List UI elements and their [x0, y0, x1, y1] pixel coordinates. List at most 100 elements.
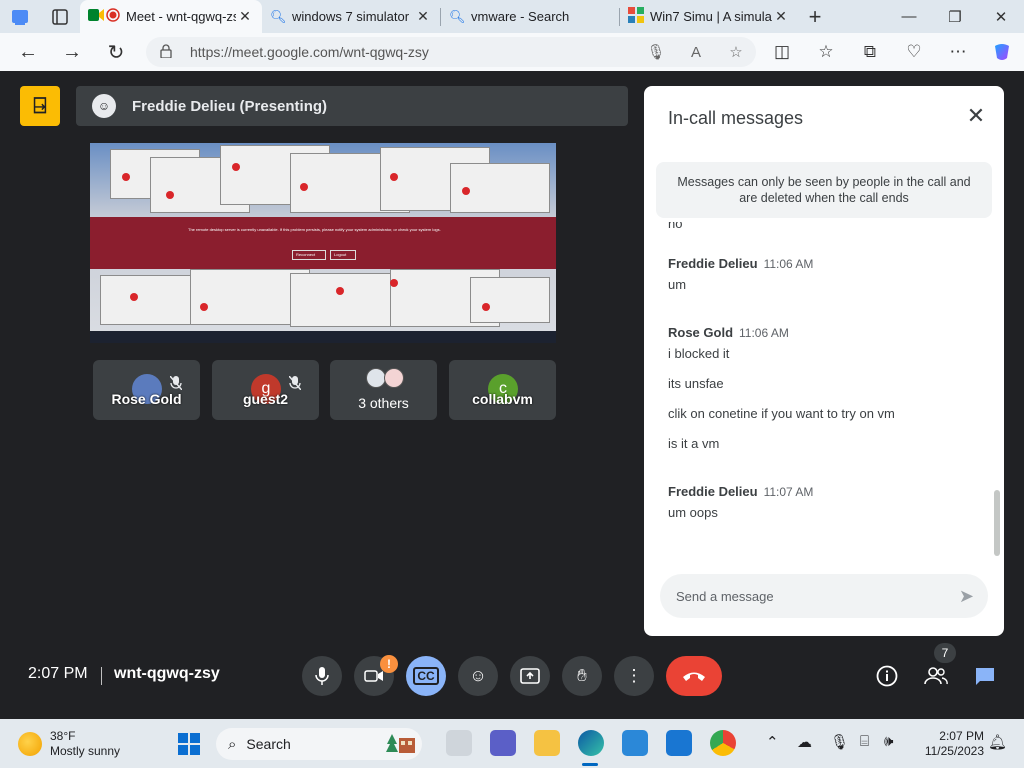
- presenter-bar: ☺ Freddie Delieu (Presenting): [76, 86, 628, 126]
- in-call-messages-panel: In-call messages ✕ Messages can only be …: [644, 86, 1004, 636]
- browser-tab-bar: Meet - wnt-qgwq-zsy ✕ 🔍︎ windows 7 simul…: [0, 0, 1024, 33]
- message-header: Freddie Delieu 11:06 AM: [668, 256, 813, 271]
- remote-taskbar: [90, 331, 556, 343]
- address-bar[interactable]: https://meet.google.com/wnt-qgwq-zsy 🎙︎ …: [146, 37, 756, 67]
- raise-hand-button[interactable]: ✋︎: [562, 656, 602, 696]
- clock-time: 2:07 PM: [939, 729, 984, 743]
- volume-icon[interactable]: 🕪︎: [884, 733, 893, 750]
- sunny-icon: [18, 732, 42, 756]
- participant-tile-rose-gold[interactable]: Rose Gold: [93, 360, 200, 420]
- shared-screen: The remote desktop server is currently u…: [90, 143, 556, 343]
- leave-call-button[interactable]: [666, 656, 722, 696]
- weather-widget[interactable]: 38°F Mostly sunny: [18, 729, 120, 759]
- close-tab-icon[interactable]: ✕: [772, 8, 790, 25]
- restore-icon[interactable]: ❐: [932, 0, 978, 33]
- weather-condition: Mostly sunny: [50, 744, 121, 758]
- temperature: 38°F: [50, 729, 76, 743]
- avatar: [366, 368, 386, 388]
- send-icon[interactable]: ➤: [959, 586, 974, 607]
- close-tab-icon[interactable]: ✕: [414, 8, 432, 25]
- bing-search-icon: 🔍︎: [270, 8, 287, 24]
- back-icon[interactable]: ←: [6, 33, 50, 71]
- edge-icon[interactable]: [578, 730, 604, 756]
- favorite-star-icon[interactable]: ☆: [716, 43, 756, 61]
- performance-icon[interactable]: ♡: [892, 33, 936, 71]
- tab-actions-icon[interactable]: [40, 0, 80, 33]
- window-icon[interactable]: [0, 0, 40, 33]
- message-list[interactable]: no Freddie Delieu 11:06 AM um Rose Gold 11…: [668, 222, 988, 562]
- split-screen-icon[interactable]: ◫: [760, 33, 804, 71]
- remote-desktop-error-banner: The remote desktop server is currently u…: [90, 217, 556, 269]
- message-text: um: [668, 277, 687, 292]
- tab-title: Win7 Simu | A simulator: [650, 9, 772, 24]
- participant-name: guest2: [242, 391, 289, 407]
- browser-toolbar: ◫ ☆ ⧉ ♡ ⋯: [760, 33, 1024, 71]
- message-time: 11:06 AM: [763, 257, 814, 271]
- meeting-details-icon[interactable]: [872, 661, 902, 691]
- more-options-button[interactable]: ⋮: [614, 656, 654, 696]
- microphone-icon[interactable]: 🎙︎: [830, 733, 849, 751]
- microphone-button[interactable]: [302, 656, 342, 696]
- message-text: its unsfae: [668, 376, 724, 391]
- tab-win7-simu[interactable]: Win7 Simu | A simulator ✕: [620, 0, 798, 33]
- more-icon[interactable]: ⋯: [936, 33, 980, 71]
- chat-scrollbar[interactable]: [994, 490, 1000, 556]
- copilot-icon[interactable]: [980, 33, 1024, 71]
- message-header: Rose Gold 11:06 AM: [668, 325, 789, 340]
- teams-icon[interactable]: [490, 730, 516, 756]
- read-aloud-icon[interactable]: A: [676, 44, 716, 61]
- message-time: 11:07 AM: [763, 485, 814, 499]
- taskbar-clock[interactable]: 2:07 PM 11/25/2023: [904, 729, 984, 759]
- recording-icon: [106, 8, 126, 25]
- onedrive-icon[interactable]: ☁︎: [797, 733, 812, 751]
- close-icon[interactable]: ✕: [964, 104, 988, 128]
- microphone-icon[interactable]: 🎙︎: [636, 43, 676, 61]
- chat-icon[interactable]: [970, 661, 1000, 691]
- network-icon[interactable]: ⌸: [860, 733, 869, 750]
- refresh-icon[interactable]: ↻: [94, 33, 138, 71]
- present-button[interactable]: [510, 656, 550, 696]
- url-text[interactable]: https://meet.google.com/wnt-qgwq-zsy: [190, 44, 636, 60]
- minimize-icon[interactable]: —: [886, 0, 932, 33]
- forward-icon[interactable]: →: [50, 33, 94, 71]
- tab-windows7-simulator[interactable]: 🔍︎ windows 7 simulator ✕: [262, 0, 440, 33]
- warning-icon: !: [380, 655, 398, 673]
- store-icon[interactable]: [622, 730, 648, 756]
- favorites-icon[interactable]: ☆: [804, 33, 848, 71]
- collections-icon[interactable]: ⧉: [848, 33, 892, 71]
- message-input[interactable]: Send a message ➤: [660, 574, 988, 618]
- close-tab-icon[interactable]: ✕: [236, 8, 254, 25]
- chrome-icon[interactable]: [710, 730, 736, 756]
- sender-name: Freddie Delieu: [668, 484, 758, 499]
- meeting-time: 2:07 PM: [28, 665, 88, 682]
- participant-tile-others[interactable]: 3 others: [330, 360, 437, 420]
- tab-vmware-search[interactable]: 🔍︎ vmware - Search: [441, 0, 619, 33]
- captions-icon: CC: [413, 667, 439, 685]
- participant-tile-guest2[interactable]: g guest2: [212, 360, 319, 420]
- task-view-icon[interactable]: [446, 730, 472, 756]
- mail-icon[interactable]: [666, 730, 692, 756]
- search-icon: ⌕: [228, 735, 237, 753]
- notification-bell-icon[interactable]: 🔔︎: [988, 733, 1007, 751]
- tab-meet[interactable]: Meet - wnt-qgwq-zsy ✕: [80, 0, 262, 33]
- emoji-button[interactable]: ☺: [458, 656, 498, 696]
- close-window-icon[interactable]: ✕: [978, 0, 1024, 33]
- camera-off-icon: [364, 670, 383, 682]
- start-icon[interactable]: [178, 733, 200, 755]
- clock-date: 11/25/2023: [924, 744, 984, 758]
- file-explorer-icon[interactable]: [534, 730, 560, 756]
- message-text: is it a vm: [668, 436, 720, 451]
- meet-window: ⍈ ☺ Freddie Delieu (Presenting) The remo…: [4, 71, 1020, 719]
- participant-tile-collabvm[interactable]: c collabvm: [449, 360, 556, 420]
- captions-button[interactable]: CC: [406, 656, 446, 696]
- message-placeholder: Send a message: [676, 588, 774, 604]
- chevron-up-icon[interactable]: ⌃: [766, 733, 779, 751]
- taskbar-search[interactable]: ⌕ Search: [216, 728, 422, 760]
- lock-icon[interactable]: [160, 43, 180, 61]
- meet-logo-icon[interactable]: ⍈: [20, 86, 60, 126]
- error-message: The remote desktop server is currently u…: [188, 227, 441, 232]
- people-icon[interactable]: [921, 661, 951, 691]
- site-icon: [628, 7, 650, 26]
- new-tab-button[interactable]: +: [798, 0, 832, 33]
- message-time: 11:06 AM: [739, 326, 789, 340]
